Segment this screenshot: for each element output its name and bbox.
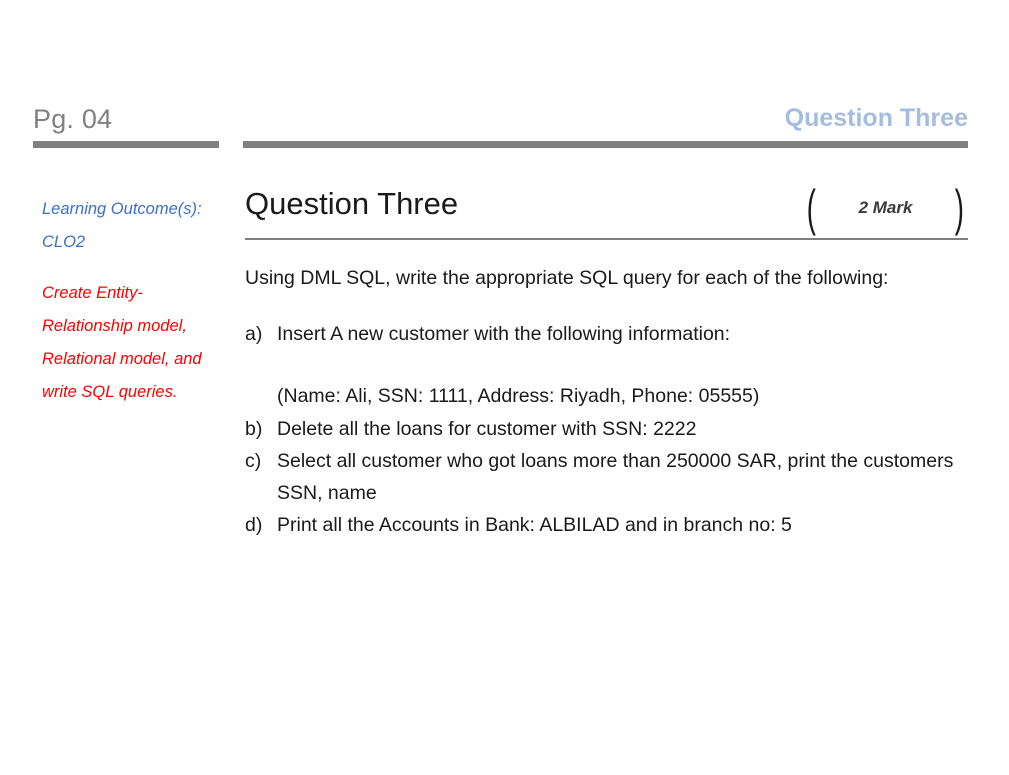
sidebar: Learning Outcome(s): CLO2 Create Entity-… <box>42 193 224 409</box>
list-item-row: c) Select all customer who got loans mor… <box>245 445 968 509</box>
learning-outcome-body: Create Entity-Relationship model, Relati… <box>42 284 202 401</box>
mark-badge-label: 2 Mark <box>858 198 913 217</box>
list-item: d) Print all the Accounts in Bank: ALBIL… <box>245 509 968 541</box>
header-rule-left <box>33 141 219 148</box>
list-item-marker: d) <box>245 514 263 537</box>
list-item: a) Insert A new customer with the follow… <box>245 318 968 412</box>
list-item-subrow-spacer <box>245 380 277 412</box>
list-item-row: a) Insert A new customer with the follow… <box>245 318 968 350</box>
list-item: b) Delete all the loans for customer wit… <box>245 413 968 445</box>
header-rule-right <box>243 141 968 148</box>
list-item-subrow: (Name: Ali, SSN: 1111, Address: Riyadh, … <box>245 380 968 412</box>
slide: Pg. 04 Question Three Learning Outcome(s… <box>0 0 1009 775</box>
question-title-rule <box>245 238 968 240</box>
list-item-text: Print all the Accounts in Bank: ALBILAD … <box>277 514 792 537</box>
list-item-text: Delete all the loans for customer with S… <box>277 417 697 440</box>
question-intro: Using DML SQL, write the appropriate SQL… <box>245 267 889 289</box>
header-title: Question Three <box>784 104 968 132</box>
list-item-marker: a) <box>245 323 263 346</box>
bracket-right-icon: ) <box>955 180 965 236</box>
list-item-subtext: (Name: Ali, SSN: 1111, Address: Riyadh, … <box>277 385 760 408</box>
list-item-row: d) Print all the Accounts in Bank: ALBIL… <box>245 509 968 541</box>
learning-outcome-heading: Learning Outcome(s): CLO2 <box>42 200 202 251</box>
list-item: c) Select all customer who got loans mor… <box>245 445 968 509</box>
question-title: Question Three <box>245 186 459 221</box>
question-list: a) Insert A new customer with the follow… <box>245 318 968 541</box>
list-item-row: b) Delete all the loans for customer wit… <box>245 413 968 445</box>
list-item-text: Insert A new customer with the following… <box>277 323 731 346</box>
question-title-row: Question Three ( 2 Mark ) <box>245 183 968 238</box>
list-item-marker: b) <box>245 417 263 440</box>
list-item-text: Select all customer who got loans more t… <box>277 449 954 504</box>
bracket-left-icon: ( <box>806 180 816 236</box>
list-item-marker: c) <box>245 449 262 472</box>
mark-badge: ( 2 Mark ) <box>803 182 968 234</box>
main-content: Question Three ( 2 Mark ) Using DML SQL,… <box>245 183 968 541</box>
page-number-label: Pg. 04 <box>33 104 113 134</box>
